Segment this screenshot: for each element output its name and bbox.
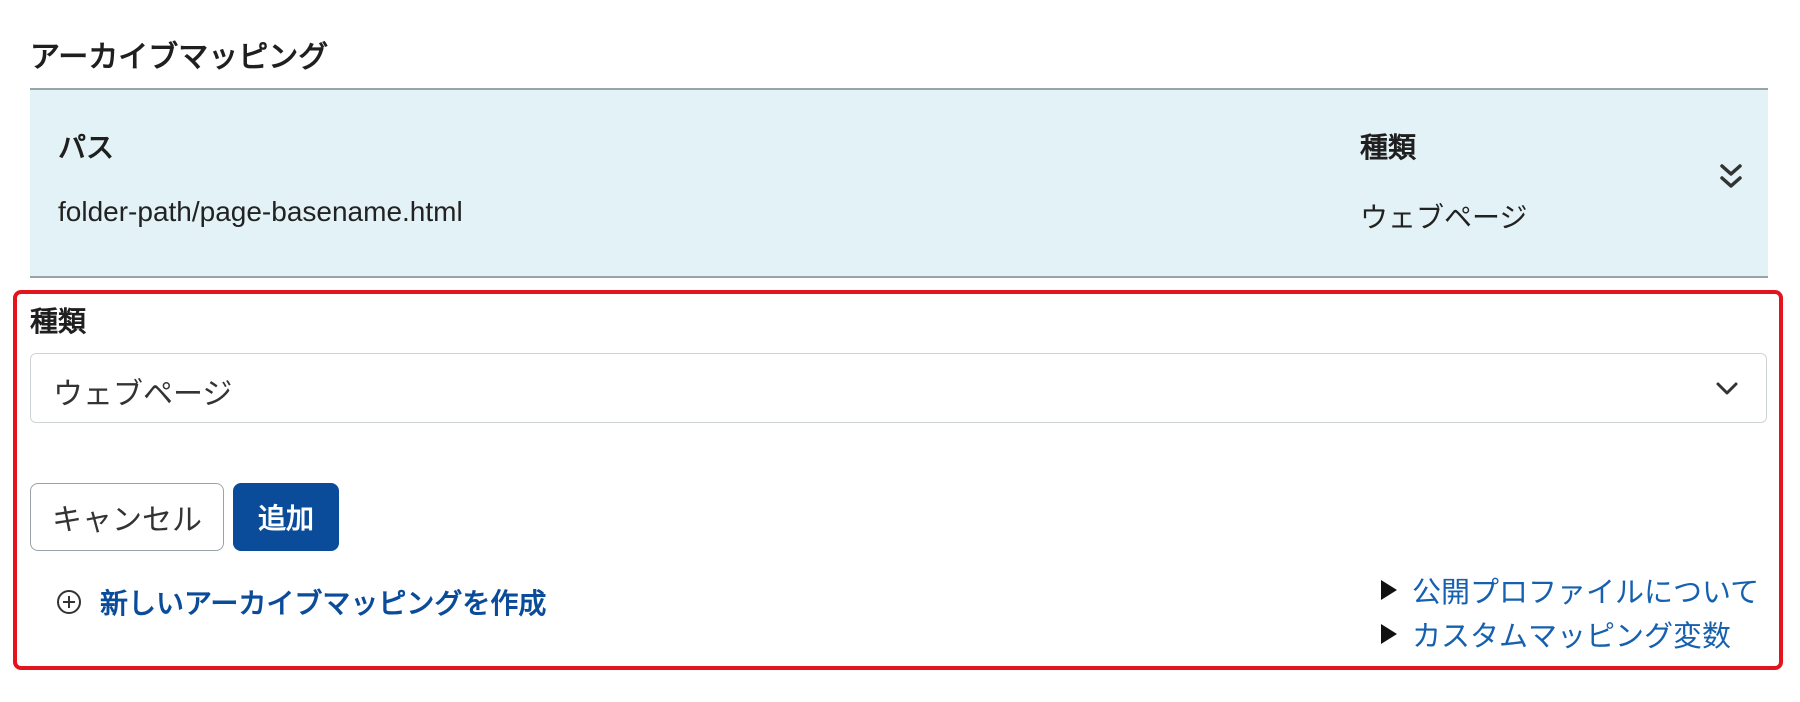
type-select[interactable]: ウェブページ — [30, 353, 1767, 423]
create-archive-mapping-link[interactable]: 新しいアーカイブマッピングを作成 — [56, 582, 546, 622]
type-select-value: ウェブページ — [53, 377, 233, 412]
column-header-path: パス — [58, 131, 115, 164]
help-links: 公開プロファイルについて カスタムマッピング変数 — [1380, 568, 1759, 656]
circle-plus-icon — [57, 590, 81, 614]
row-type-value: ウェブページ — [1360, 201, 1528, 234]
column-header-type: 種類 — [1360, 131, 1417, 164]
mapping-table: パス 種類 folder-path/page-basename.html ウェブ… — [30, 88, 1768, 278]
double-chevron-down-icon[interactable] — [1718, 162, 1744, 192]
triangle-right-icon — [1381, 580, 1397, 600]
triangle-right-icon — [1381, 624, 1397, 644]
cancel-button[interactable]: キャンセル — [30, 483, 224, 551]
help-link-custom-mapping-variables[interactable]: カスタムマッピング変数 — [1380, 612, 1759, 656]
type-field-label: 種類 — [30, 305, 87, 338]
help-link-publish-profile[interactable]: 公開プロファイルについて — [1380, 568, 1759, 612]
row-path-value: folder-path/page-basename.html — [58, 196, 463, 227]
chevron-down-icon — [1716, 382, 1738, 395]
add-button[interactable]: 追加 — [233, 483, 339, 551]
section-title: アーカイブマッピング — [30, 40, 329, 75]
help-link-label: カスタムマッピング変数 — [1412, 619, 1732, 653]
create-archive-mapping-label: 新しいアーカイブマッピングを作成 — [100, 587, 547, 620]
help-link-label: 公開プロファイルについて — [1412, 575, 1760, 609]
archive-mapping-page: アーカイブマッピング パス 種類 folder-path/page-basena… — [0, 0, 1800, 702]
